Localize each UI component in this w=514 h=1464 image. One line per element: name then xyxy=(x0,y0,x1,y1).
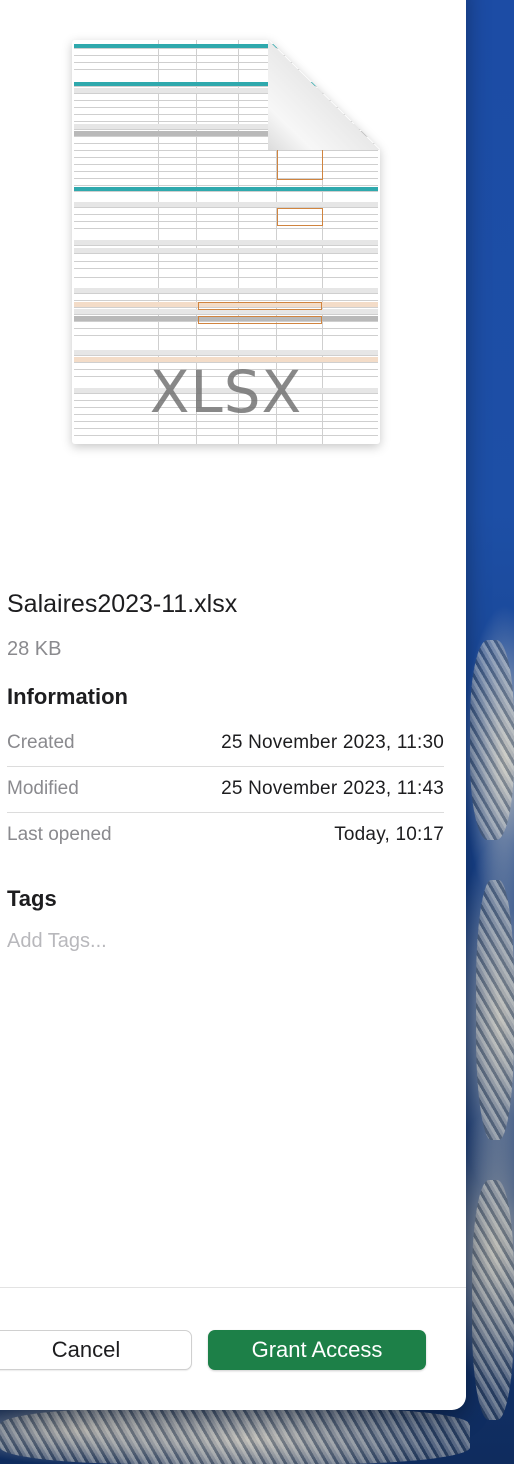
wallpaper-coral xyxy=(0,1408,470,1464)
info-row-modified: Modified 25 November 2023, 11:43 xyxy=(7,766,444,812)
file-thumbnail: XLSX xyxy=(72,40,380,444)
divider xyxy=(0,1287,466,1288)
wallpaper-coral xyxy=(472,1180,514,1420)
add-tags-field[interactable]: Add Tags... xyxy=(7,930,107,953)
tags-heading: Tags xyxy=(7,886,57,911)
wallpaper-coral xyxy=(476,880,514,1140)
file-type-label: XLSX xyxy=(149,358,303,426)
wallpaper-coral xyxy=(470,640,514,840)
info-value: Today, 10:17 xyxy=(334,824,444,845)
info-row-created: Created 25 November 2023, 11:30 xyxy=(7,720,444,766)
grant-access-button[interactable]: Grant Access xyxy=(208,1330,426,1370)
information-heading: Information xyxy=(7,684,128,709)
info-row-last-opened: Last opened Today, 10:17 xyxy=(7,812,444,858)
cancel-button[interactable]: Cancel xyxy=(0,1330,192,1370)
info-label: Modified xyxy=(7,778,79,799)
file-size: 28 KB xyxy=(7,638,62,660)
info-label: Last opened xyxy=(7,824,112,845)
info-label: Created xyxy=(7,732,75,753)
info-value: 25 November 2023, 11:43 xyxy=(221,778,444,799)
file-name: Salaires2023-11.xlsx xyxy=(7,590,238,618)
file-info-panel: XLSX Salaires2023-11.xlsx 28 KB Informat… xyxy=(0,0,466,1410)
info-value: 25 November 2023, 11:30 xyxy=(221,732,444,753)
